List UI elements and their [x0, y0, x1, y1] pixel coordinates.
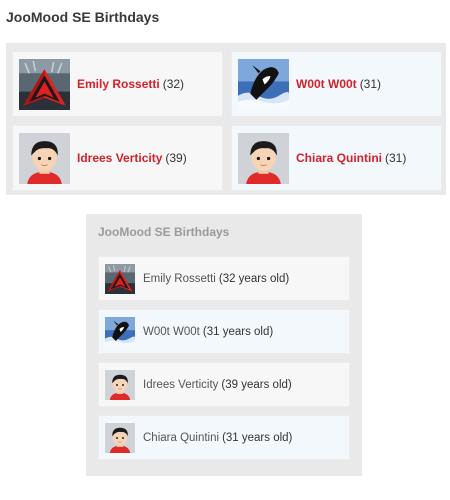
member-card-emily-rossetti[interactable]: Emily Rossetti (32) — [12, 51, 223, 117]
member-name-link[interactable]: Chiara Quintini — [296, 151, 382, 165]
member-age: (31) — [359, 77, 382, 91]
widget-list-panel: JooMood SE Birthdays Emily Rossetti (32 … — [86, 214, 362, 476]
member-card-chiara-quintini[interactable]: Chiara Quintini (31) — [231, 125, 442, 191]
member-name-link[interactable]: Idrees Verticity — [77, 151, 162, 165]
member-name-link[interactable]: Emily Rossetti — [143, 273, 216, 285]
member-age: (39) — [165, 151, 187, 165]
member-name-link[interactable]: Emily Rossetti — [77, 77, 160, 91]
member-age: (31 years old) — [202, 325, 274, 338]
member-name-link[interactable]: W00t W00t — [143, 326, 200, 338]
member-card-idrees-verticity[interactable]: Idrees Verticity (39) — [12, 125, 223, 191]
default-user-avatar-icon[interactable] — [238, 133, 289, 184]
member-age: (31) — [385, 151, 407, 165]
member-age: (39 years old) — [221, 378, 292, 391]
member-name-link[interactable]: Chiara Quintini — [143, 432, 219, 444]
red-arrow-logo-icon[interactable] — [105, 264, 135, 294]
member-age: (31 years old) — [222, 431, 293, 444]
orca-whale-icon[interactable] — [105, 317, 135, 347]
member-age: (32) — [162, 77, 185, 91]
list-item-w00t-w00t[interactable]: W00t W00t (31 years old) — [98, 309, 350, 354]
list-item-idrees-verticity[interactable]: Idrees Verticity (39 years old) — [98, 362, 350, 407]
member-age: (32 years old) — [218, 272, 290, 285]
default-user-avatar-icon[interactable] — [19, 133, 70, 184]
member-name-link[interactable]: Idrees Verticity — [143, 379, 218, 391]
list-item-emily-rossetti[interactable]: Emily Rossetti (32 years old) — [98, 256, 350, 301]
orca-whale-icon[interactable] — [238, 59, 289, 110]
member-name-link[interactable]: W00t W00t — [296, 77, 357, 91]
red-arrow-logo-icon[interactable] — [19, 59, 70, 110]
default-user-avatar-icon[interactable] — [105, 423, 135, 453]
member-card-w00t-w00t[interactable]: W00t W00t (31) — [231, 51, 442, 117]
default-user-avatar-icon[interactable] — [105, 370, 135, 400]
widget-grid-title: JooMood SE Birthdays — [6, 9, 160, 25]
widget-grid-panel: Emily Rossetti (32) W00t W00t (31) Idree… — [6, 43, 446, 195]
list-item-chiara-quintini[interactable]: Chiara Quintini (31 years old) — [98, 415, 350, 460]
widget-list-title: JooMood SE Birthdays — [98, 225, 230, 239]
